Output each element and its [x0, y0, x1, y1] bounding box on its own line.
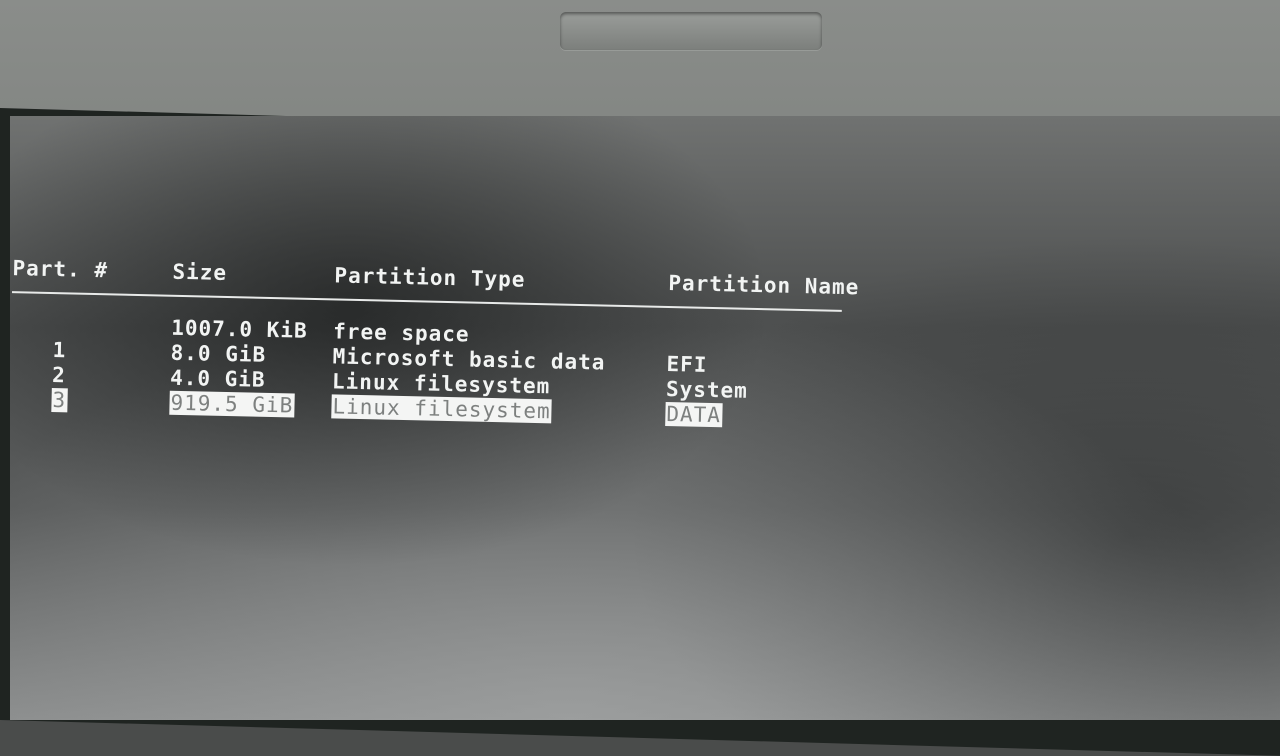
- column-header-type: Partition Type: [334, 263, 526, 292]
- column-header-size: Size: [172, 259, 228, 285]
- partition-size: 8.0 GiB: [170, 340, 267, 367]
- table-row-selected[interactable]: 3 919.5 GiB Linux filesystem DATA: [10, 116, 1280, 428]
- terminal-screen: Part. # Size Partition Type Partition Na…: [10, 116, 1280, 720]
- part-number: 3: [51, 388, 68, 413]
- partition-size: 919.5 GiB: [169, 390, 295, 418]
- partition-name: DATA: [665, 401, 723, 428]
- partition-type: Linux filesystem: [331, 369, 551, 399]
- partition-name: System: [665, 376, 749, 403]
- column-header-name: Partition Name: [668, 270, 860, 300]
- webcam-slot: [560, 12, 822, 50]
- partition-size: 4.0 GiB: [169, 365, 266, 392]
- part-number: 1: [52, 338, 67, 363]
- column-header-part: Part. #: [12, 256, 109, 283]
- part-number: 2: [51, 363, 67, 388]
- partition-size: 1007.0 KiB: [170, 315, 308, 343]
- partition-type: free space: [332, 319, 470, 347]
- partition-table: Part. # Size Partition Type Partition Na…: [10, 116, 1280, 720]
- table-row[interactable]: 1 8.0 GiB Microsoft basic data EFI: [10, 116, 1280, 377]
- partition-name: EFI: [666, 351, 708, 377]
- table-row[interactable]: 2 4.0 GiB Linux filesystem System: [10, 116, 1280, 403]
- table-row[interactable]: 1007.0 KiB free space: [10, 116, 1280, 347]
- partition-type: Linux filesystem: [331, 394, 553, 424]
